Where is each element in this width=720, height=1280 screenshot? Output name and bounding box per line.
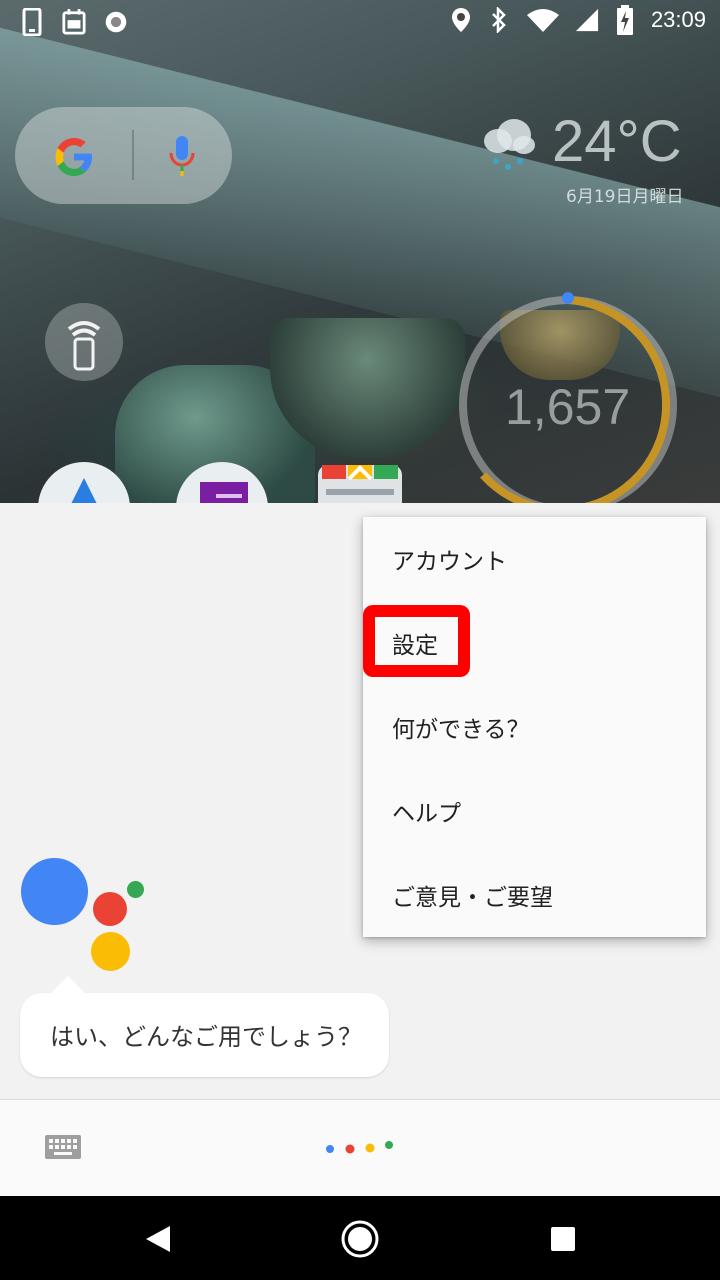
assistant-logo-green-dot bbox=[127, 881, 144, 898]
search-bar-divider bbox=[132, 130, 134, 180]
keyboard-icon[interactable] bbox=[45, 1135, 81, 1159]
assistant-logo-blue-dot bbox=[21, 858, 88, 925]
record-icon bbox=[104, 8, 128, 36]
menu-item-what-can-you-do[interactable]: 何ができる？ bbox=[363, 685, 706, 769]
temperature-label[interactable]: 24°C bbox=[552, 108, 682, 175]
menu-item-feedback[interactable]: ご意見・ご要望 bbox=[363, 853, 706, 937]
overflow-menu: アカウント 設定 何ができる？ ヘルプ ご意見・ご要望 bbox=[363, 517, 706, 937]
battery-charging-icon bbox=[613, 5, 637, 35]
location-icon bbox=[449, 6, 473, 34]
google-search-bar[interactable] bbox=[15, 107, 232, 204]
recent-apps-icon[interactable] bbox=[550, 1226, 576, 1252]
assistant-listening-dots-icon[interactable] bbox=[325, 1140, 395, 1154]
signal-icon bbox=[575, 6, 599, 34]
assistant-greeting-bubble: はい、どんなご用でしょう？ bbox=[20, 993, 389, 1077]
assistant-greeting-text: はい、どんなご用でしょう？ bbox=[50, 1023, 362, 1051]
step-count[interactable]: 1,657 bbox=[505, 378, 630, 436]
menu-item-help[interactable]: ヘルプ bbox=[363, 769, 706, 853]
calendar-100-icon bbox=[62, 8, 86, 36]
wifi-icon bbox=[525, 6, 561, 34]
menu-item-account[interactable]: アカウント bbox=[363, 517, 706, 601]
back-icon[interactable] bbox=[144, 1224, 172, 1254]
assistant-logo-red-dot bbox=[93, 892, 127, 926]
date-label[interactable]: 6月19日月曜日 bbox=[566, 182, 683, 207]
chevron-up-icon[interactable] bbox=[346, 464, 374, 482]
phone-outline-icon bbox=[20, 8, 44, 36]
assistant-logo-yellow-dot bbox=[91, 932, 130, 971]
google-g-icon[interactable] bbox=[52, 135, 96, 179]
wifi-toggle-widget[interactable] bbox=[45, 303, 123, 381]
home-icon[interactable] bbox=[340, 1219, 380, 1259]
rain-cloud-icon[interactable] bbox=[480, 115, 536, 175]
status-time: 23:09 bbox=[650, 7, 706, 32]
phone-wifi-icon bbox=[67, 321, 101, 371]
bluetooth-icon bbox=[487, 6, 511, 34]
settings-highlight-box bbox=[363, 605, 470, 677]
microphone-icon[interactable] bbox=[168, 135, 196, 177]
status-bar: 23:09 bbox=[0, 0, 720, 44]
